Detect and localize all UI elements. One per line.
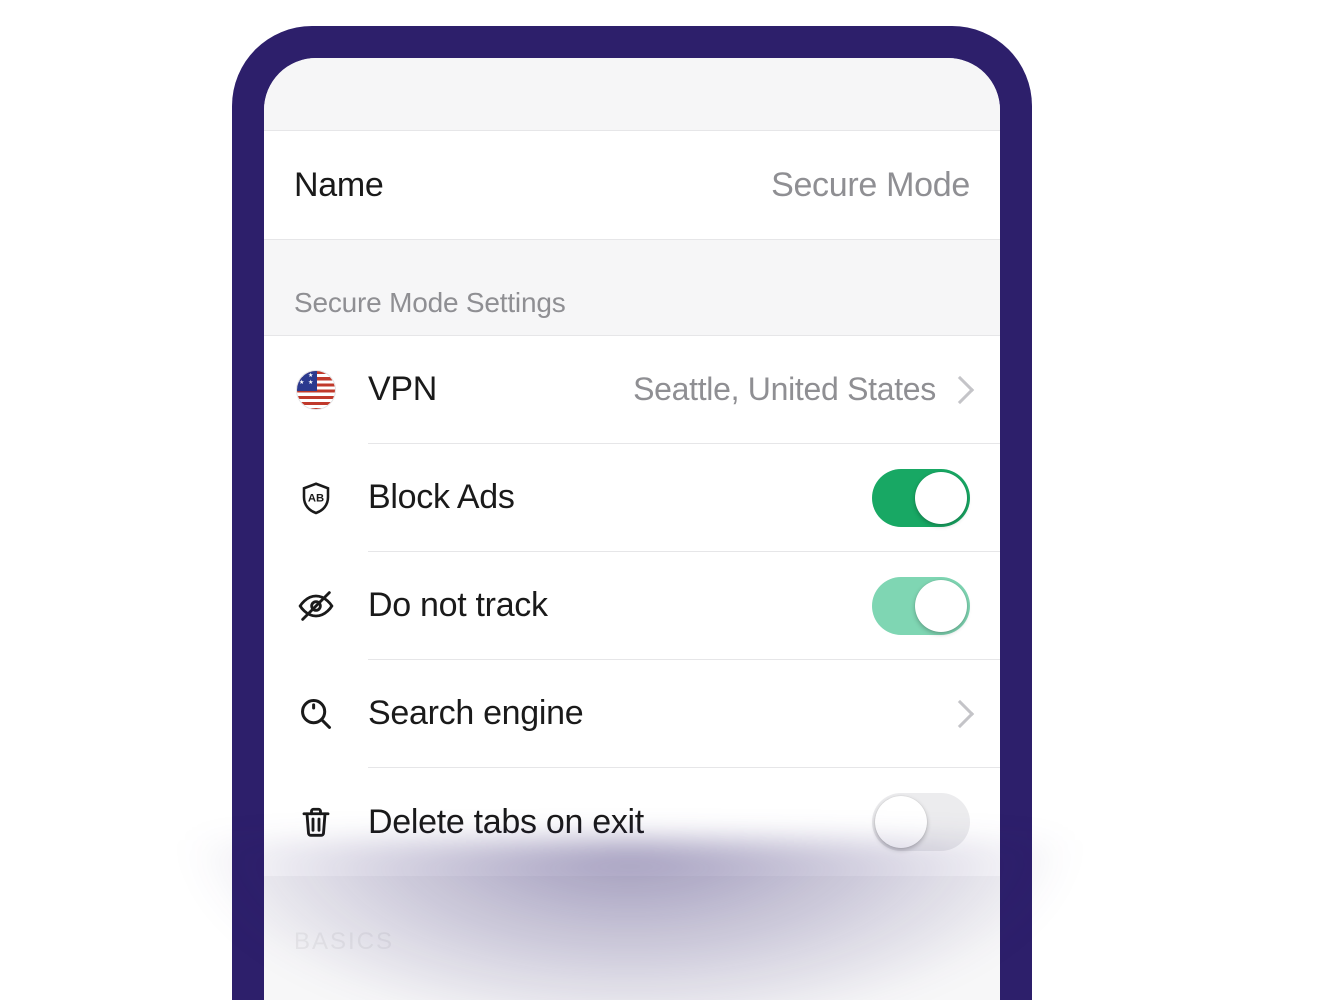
- setting-vpn[interactable]: VPN Seattle, United States: [264, 336, 1000, 444]
- chevron-right-icon: [946, 375, 974, 403]
- setting-block-ads: AB Block Ads: [264, 444, 1000, 552]
- delete-tabs-toggle[interactable]: [872, 793, 970, 851]
- section-header-secure-mode: Secure Mode Settings: [264, 240, 1000, 336]
- do-not-track-toggle[interactable]: [872, 577, 970, 635]
- block-ads-label: Block Ads: [368, 478, 515, 517]
- name-row[interactable]: Name Secure Mode: [264, 130, 1000, 240]
- us-flag-icon: [294, 368, 338, 412]
- shield-ab-icon: AB: [294, 476, 338, 520]
- eye-slash-icon: [294, 584, 338, 628]
- vpn-value: Seattle, United States: [633, 371, 936, 408]
- search-engine-label: Search engine: [368, 694, 583, 733]
- setting-search-engine[interactable]: Search engine: [264, 660, 1000, 768]
- name-value: Secure Mode: [771, 166, 970, 205]
- phone-screen: Name Secure Mode Secure Mode Settings VP…: [264, 58, 1000, 1000]
- section-header-basics: BASICS: [264, 876, 1000, 964]
- delete-tabs-label: Delete tabs on exit: [368, 803, 644, 842]
- phone-frame: Name Secure Mode Secure Mode Settings VP…: [232, 26, 1032, 1000]
- settings-list: VPN Seattle, United States AB Block: [264, 336, 1000, 876]
- block-ads-toggle[interactable]: [872, 469, 970, 527]
- chevron-right-icon: [946, 699, 974, 727]
- setting-delete-tabs: Delete tabs on exit: [264, 768, 1000, 876]
- vpn-label: VPN: [368, 370, 437, 409]
- setting-do-not-track: Do not track: [264, 552, 1000, 660]
- svg-text:AB: AB: [308, 493, 324, 505]
- status-bar: [264, 58, 1000, 130]
- name-label: Name: [294, 166, 384, 205]
- trash-icon: [294, 800, 338, 844]
- do-not-track-label: Do not track: [368, 586, 548, 625]
- search-icon: [294, 692, 338, 736]
